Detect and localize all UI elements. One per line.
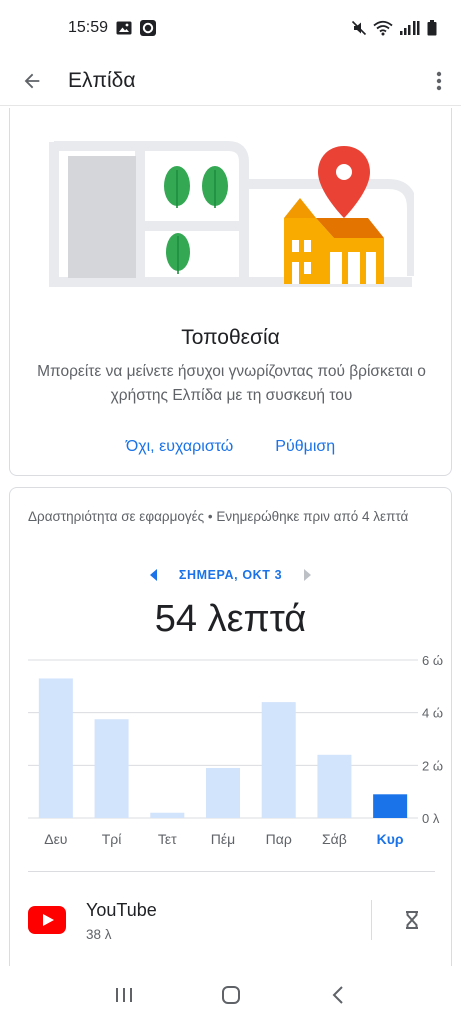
y-tick-label: 6 ώ xyxy=(422,653,443,668)
bar-1[interactable] xyxy=(38,678,73,818)
bar-5[interactable] xyxy=(261,702,296,818)
y-tick-label: 0 λ xyxy=(422,811,440,826)
home-icon xyxy=(221,986,240,1004)
x-tick-label: Πέμ xyxy=(211,831,235,847)
setup-button[interactable]: Ρύθμιση xyxy=(275,434,335,460)
app-usage-row[interactable]: YouTube 38 λ xyxy=(10,892,453,952)
bar-6[interactable] xyxy=(317,754,352,818)
date-navigator: ΣΗΜΕΡΑ, ΟΚΤ 3 xyxy=(10,568,451,582)
tree-icon xyxy=(164,166,190,208)
status-bar: 15:59 xyxy=(0,0,461,56)
next-day-button[interactable] xyxy=(300,568,314,582)
youtube-icon xyxy=(28,906,66,934)
x-tick-label: Κυρ xyxy=(377,831,404,847)
decline-button[interactable]: Όχι, ευχαριστώ xyxy=(126,434,233,460)
app-bar: Ελπίδα xyxy=(0,56,461,106)
x-tick-label: Παρ xyxy=(266,831,292,847)
previous-day-button[interactable] xyxy=(147,568,161,582)
date-label: ΣΗΜΕΡΑ, ΟΚΤ 3 xyxy=(178,568,283,582)
y-tick-label: 2 ώ xyxy=(422,758,443,773)
battery-icon xyxy=(427,20,437,36)
location-card: Τοποθεσία Μπορείτε να μείνετε ήσυχοι γνω… xyxy=(9,108,452,476)
arrow-back-icon xyxy=(24,73,40,88)
set-limit-button[interactable] xyxy=(396,904,428,936)
home-button[interactable] xyxy=(211,975,251,1015)
house-icon xyxy=(284,198,384,284)
chevron-left-icon xyxy=(332,986,343,1004)
x-tick-label: Τρί xyxy=(102,831,122,847)
activity-card: Δραστηριότητα σε εφαρμογές • Ενημερώθηκε… xyxy=(9,487,452,977)
gallery-icon xyxy=(116,21,132,35)
recents-icon xyxy=(115,988,132,1002)
x-tick-label: Σάβ xyxy=(322,831,347,847)
bar-2[interactable] xyxy=(94,719,129,818)
more-vert-icon xyxy=(436,71,442,90)
divider xyxy=(28,871,435,872)
location-pin-icon xyxy=(318,146,370,218)
hourglass-icon xyxy=(406,911,418,929)
back-button[interactable] xyxy=(4,56,60,106)
app-time: 38 λ xyxy=(86,927,112,942)
row-separator xyxy=(371,900,372,940)
x-tick-label: Δευ xyxy=(44,831,67,847)
bar-4[interactable] xyxy=(206,767,240,818)
location-actions: Όχι, ευχαριστώ Ρύθμιση xyxy=(10,434,451,460)
mute-icon xyxy=(351,20,367,36)
y-tick-label: 4 ώ xyxy=(422,706,443,721)
recents-button[interactable] xyxy=(104,975,144,1015)
location-description: Μπορείτε να μείνετε ήσυχοι γνωρίζοντας π… xyxy=(37,363,426,404)
camera-icon xyxy=(140,20,157,36)
x-tick-label: Τετ xyxy=(158,831,177,847)
tree-icon xyxy=(166,233,190,274)
back-nav-button[interactable] xyxy=(318,975,358,1015)
wifi-icon xyxy=(373,20,393,36)
tree-icon xyxy=(202,166,228,208)
signal-icon xyxy=(399,20,421,36)
bar-7[interactable] xyxy=(373,794,408,818)
page-title: Ελπίδα xyxy=(68,68,136,92)
activity-header: Δραστηριότητα σε εφαρμογές • Ενημερώθηκε… xyxy=(28,509,409,524)
arrow-left-icon xyxy=(149,569,157,581)
arrow-right-icon xyxy=(304,569,312,581)
location-title: Τοποθεσία xyxy=(181,326,280,349)
app-name: YouTube xyxy=(86,900,157,920)
bar-3[interactable] xyxy=(150,812,185,818)
system-nav-bar xyxy=(0,966,461,1024)
total-time: 54 λεπτά xyxy=(154,598,307,640)
location-illustration xyxy=(49,141,414,287)
more-options-button[interactable] xyxy=(417,56,461,106)
status-time: 15:59 xyxy=(68,19,109,36)
usage-bar-chart: 0 λ 2 ώ 4 ώ 6 ώ Δευ Τρί Τετ Πέμ Παρ Σάβ Κυρ xyxy=(28,653,443,847)
